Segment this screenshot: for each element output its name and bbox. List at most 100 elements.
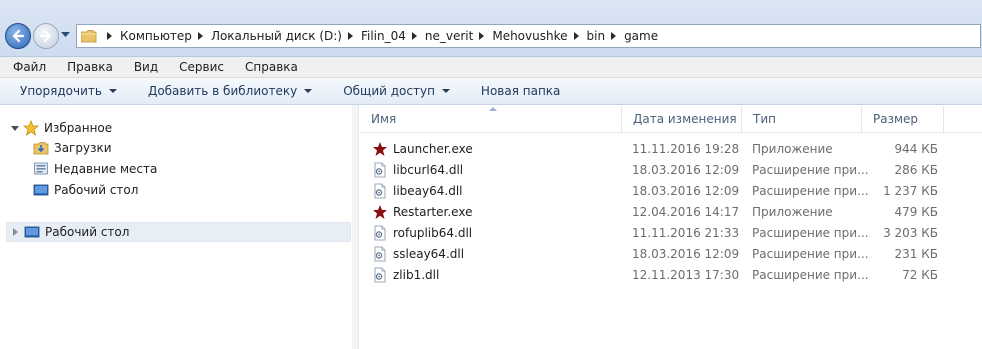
file-size: 1 237 КБ — [883, 183, 938, 198]
nav-desktop-label: Рабочий стол — [45, 225, 130, 239]
file-name: Launcher.exe — [393, 141, 473, 156]
nav-item-label: Загрузки — [54, 141, 112, 155]
breadcrumb-item[interactable]: game — [624, 29, 658, 43]
file-date: 11.11.2016 19:28 — [632, 141, 740, 156]
back-arrow-icon — [12, 29, 25, 43]
file-name: rofuplib64.dll — [393, 225, 473, 240]
file-type: Приложение — [752, 204, 833, 219]
breadcrumb-separator-icon[interactable] — [573, 32, 579, 40]
menu-bar: Файл Правка Вид Сервис Справка — [0, 57, 982, 78]
menu-file[interactable]: Файл — [0, 60, 54, 74]
dll-file-icon — [374, 183, 386, 198]
breadcrumb-item[interactable]: bin — [587, 29, 625, 43]
nav-favorites-label: Избранное — [44, 121, 113, 135]
breadcrumb-item-label: Mehovushke — [492, 29, 568, 43]
address-toolbar: Компьютер Локальный диск (D:) Filin_04 ne_v… — [0, 0, 982, 57]
column-type-label: Тип — [753, 112, 776, 126]
organize-button[interactable]: Упорядочить — [20, 84, 117, 98]
file-row[interactable]: libeay64.dll 18.03.2016 12:09 Расширение п… — [360, 180, 950, 201]
desktop-icon — [24, 226, 40, 238]
breadcrumb-separator-icon[interactable] — [197, 32, 203, 40]
file-name: zlib1.dll — [393, 267, 440, 282]
file-name: ssleay64.dll — [393, 246, 465, 261]
menu-tools[interactable]: Сервис — [166, 60, 232, 74]
forward-button[interactable] — [33, 23, 59, 49]
file-date: 18.03.2016 12:09 — [632, 183, 740, 198]
column-header-date[interactable]: Дата изменения — [622, 106, 742, 132]
share-button[interactable]: Общий доступ — [343, 84, 450, 98]
chevron-down-icon — [108, 89, 117, 93]
star-app-icon — [373, 141, 387, 156]
nav-item-desktop-favorite[interactable]: Рабочий стол — [33, 182, 138, 198]
breadcrumb-item[interactable]: ne_verit — [425, 29, 492, 43]
column-size-label: Размер — [873, 112, 919, 126]
star-app-icon — [373, 204, 387, 219]
file-row[interactable]: libcurl64.dll 18.03.2016 12:09 Расширение … — [360, 159, 950, 180]
file-size: 3 203 КБ — [883, 225, 938, 240]
pane-splitter[interactable] — [352, 105, 359, 349]
navigation-pane: Избранное Загрузки Недавние места Рабочи… — [0, 105, 353, 349]
file-size: 286 КБ — [894, 162, 938, 177]
nav-item-label: Рабочий стол — [54, 183, 139, 197]
breadcrumb-item[interactable]: Filin_04 — [361, 29, 425, 43]
menu-help[interactable]: Справка — [232, 60, 306, 74]
breadcrumb-item[interactable]: Mehovushke — [492, 29, 586, 43]
address-bar[interactable]: Компьютер Локальный диск (D:) Filin_04 ne_v… — [76, 24, 981, 48]
file-row[interactable]: rofuplib64.dll 11.11.2016 21:33 Расширение… — [360, 222, 950, 243]
new-folder-button[interactable]: Новая папка — [481, 84, 560, 98]
nav-item-recent-places[interactable]: Недавние места — [33, 161, 157, 177]
breadcrumb-item-label: Локальный диск (D:) — [210, 29, 342, 43]
menu-view[interactable]: Вид — [121, 60, 166, 74]
menu-edit[interactable]: Правка — [54, 60, 121, 74]
breadcrumb-separator-icon[interactable] — [479, 32, 485, 40]
file-date: 18.03.2016 12:09 — [632, 162, 740, 177]
organize-label: Упорядочить — [20, 84, 102, 98]
breadcrumb-item[interactable]: Компьютер — [120, 29, 211, 43]
expand-arrow-icon[interactable] — [11, 125, 19, 131]
share-label: Общий доступ — [343, 84, 435, 98]
star-favorites-icon — [23, 120, 39, 136]
file-name-cell: Restarter.exe — [372, 201, 472, 222]
column-date-label: Дата изменения — [633, 112, 737, 126]
file-name-cell: rofuplib64.dll — [372, 222, 472, 243]
add-to-library-label: Добавить в библиотеку — [147, 84, 298, 98]
breadcrumb-separator-icon[interactable] — [107, 32, 112, 40]
new-folder-label: Новая папка — [480, 84, 561, 98]
nav-item-downloads[interactable]: Загрузки — [33, 140, 112, 156]
nav-desktop[interactable]: Рабочий стол — [13, 224, 129, 240]
breadcrumb-separator-icon[interactable] — [411, 32, 417, 40]
breadcrumb-item[interactable]: Локальный диск (D:) — [211, 29, 361, 43]
file-size: 479 КБ — [894, 204, 938, 219]
add-to-library-button[interactable]: Добавить в библиотеку — [147, 84, 313, 98]
file-row[interactable]: zlib1.dll 12.11.2013 17:30 Расширение при.… — [360, 264, 950, 285]
file-name-cell: libcurl64.dll — [372, 159, 463, 180]
breadcrumb: Компьютер Локальный диск (D:) Filin_04 ne_v… — [120, 29, 658, 43]
file-row[interactable]: Restarter.exe 12.04.2016 14:17 Приложение 4… — [360, 201, 950, 222]
file-type: Расширение при... — [752, 162, 869, 177]
recent-pages-dropdown-icon[interactable] — [61, 32, 70, 38]
column-header-size[interactable]: Размер — [862, 106, 944, 132]
breadcrumb-item-label: Filin_04 — [360, 29, 406, 43]
file-name: libcurl64.dll — [393, 162, 464, 177]
column-header-type[interactable]: Тип — [742, 106, 862, 132]
folder-icon — [81, 29, 97, 42]
dll-file-icon — [374, 162, 386, 177]
breadcrumb-separator-icon[interactable] — [611, 32, 617, 40]
back-button[interactable] — [5, 23, 31, 49]
file-name: Restarter.exe — [393, 204, 473, 219]
chevron-down-icon — [304, 89, 313, 93]
file-type: Приложение — [752, 141, 833, 156]
breadcrumb-item-label: ne_verit — [424, 29, 474, 43]
nav-favorites[interactable]: Избранное — [11, 120, 112, 136]
column-headers: Имя Дата изменения Тип Размер — [360, 106, 982, 133]
file-name-cell: ssleay64.dll — [372, 243, 464, 264]
column-header-name[interactable]: Имя — [360, 106, 622, 132]
file-name: libeay64.dll — [393, 183, 463, 198]
expand-arrow-icon[interactable] — [13, 228, 18, 236]
file-row[interactable]: Launcher.exe 11.11.2016 19:28 Приложение 94… — [360, 138, 950, 159]
file-date: 11.11.2016 21:33 — [632, 225, 740, 240]
desktop-icon — [33, 184, 49, 196]
dll-file-icon — [374, 267, 386, 282]
breadcrumb-separator-icon[interactable] — [347, 32, 353, 40]
file-row[interactable]: ssleay64.dll 18.03.2016 12:09 Расширение п… — [360, 243, 950, 264]
